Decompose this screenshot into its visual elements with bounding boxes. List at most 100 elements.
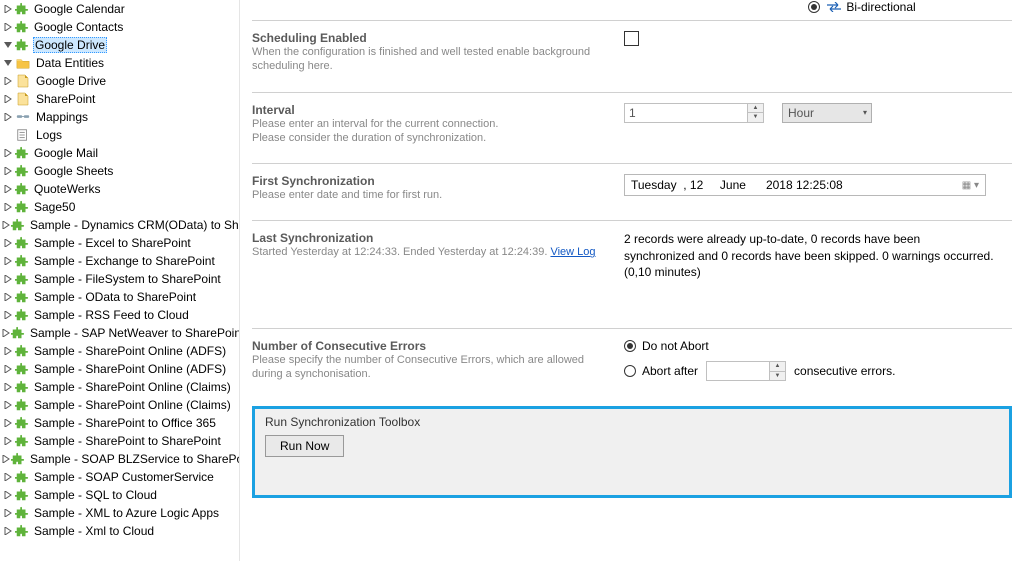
interval-desc1: Please enter an interval for the current… <box>252 117 612 131</box>
puzzle-icon <box>11 452 25 466</box>
puzzle-icon <box>15 2 29 16</box>
tree-item-label: Sample - SharePoint Online (ADFS) <box>33 344 227 358</box>
radio-abort-after-row[interactable]: Abort after ▲▼ consecutive errors. <box>624 361 895 381</box>
interval-unit-select[interactable]: Hour ▾ <box>782 103 872 123</box>
tree-item[interactable]: Sage50 <box>0 198 239 216</box>
tree-item[interactable]: Sample - Xml to Cloud <box>0 522 239 540</box>
tree-item[interactable]: Google Drive <box>0 36 239 54</box>
tree-item[interactable]: Google Sheets <box>0 162 239 180</box>
errors-desc: Please specify the number of Consecutive… <box>252 353 612 382</box>
chevron-right-icon[interactable] <box>2 507 14 519</box>
chevron-right-icon[interactable] <box>2 255 14 267</box>
tree-item[interactable]: Google Calendar <box>0 0 239 18</box>
chevron-right-icon[interactable] <box>2 525 14 537</box>
abort-after-input[interactable]: ▲▼ <box>706 361 786 381</box>
tree-item-label: Logs <box>35 128 63 142</box>
chevron-right-icon[interactable] <box>2 147 14 159</box>
puzzle-icon <box>15 488 29 502</box>
tree-item[interactable]: Sample - SQL to Cloud <box>0 486 239 504</box>
tree-item[interactable]: SharePoint <box>0 90 239 108</box>
tree-item[interactable]: Sample - Dynamics CRM(OData) to SharePoi… <box>0 216 239 234</box>
tree-item[interactable]: Sample - SharePoint Online (Claims) <box>0 396 239 414</box>
chevron-right-icon[interactable] <box>2 435 14 447</box>
tree-item-label: Data Entities <box>35 56 105 70</box>
errors-title: Number of Consecutive Errors <box>252 339 612 353</box>
chevron-down-icon[interactable] <box>2 57 14 69</box>
chevron-right-icon[interactable] <box>2 111 14 123</box>
scheduling-checkbox[interactable] <box>624 31 639 46</box>
tree-item[interactable]: Sample - SharePoint Online (ADFS) <box>0 360 239 378</box>
view-log-link[interactable]: View Log <box>550 246 595 258</box>
chevron-right-icon[interactable] <box>2 75 14 87</box>
radio-abort-after[interactable] <box>624 365 636 377</box>
tree-item[interactable]: Sample - SOAP CustomerService <box>0 468 239 486</box>
interval-value: 1 <box>625 104 747 122</box>
tree-item[interactable]: Sample - SharePoint to Office 365 <box>0 414 239 432</box>
first-sync-value: Tuesday , 12 June 2018 12:25:08 <box>631 178 843 192</box>
tree-item-label: Sample - Excel to SharePoint <box>33 236 192 250</box>
chevron-right-icon[interactable] <box>2 165 14 177</box>
scheduling-desc: When the configuration is finished and w… <box>252 45 612 74</box>
link-icon <box>15 109 31 125</box>
chevron-down-icon[interactable] <box>2 39 14 51</box>
calendar-icon[interactable]: ▦ ▾ <box>962 180 979 191</box>
chevron-right-icon[interactable] <box>2 21 14 33</box>
chevron-right-icon[interactable] <box>2 183 14 195</box>
chevron-right-icon[interactable] <box>2 363 14 375</box>
tree-item[interactable]: Sample - Exchange to SharePoint <box>0 252 239 270</box>
chevron-right-icon[interactable] <box>2 345 14 357</box>
radio-no-abort-row[interactable]: Do not Abort <box>624 339 895 353</box>
chevron-right-icon[interactable] <box>2 453 10 465</box>
chevron-right-icon[interactable] <box>2 309 14 321</box>
puzzle-icon <box>15 416 29 430</box>
tree-item[interactable]: Sample - RSS Feed to Cloud <box>0 306 239 324</box>
tree-item-label: Sample - Dynamics CRM(OData) to SharePoi… <box>29 218 240 232</box>
tree-item[interactable]: Sample - SharePoint to SharePoint <box>0 432 239 450</box>
puzzle-icon <box>15 398 29 412</box>
chevron-right-icon[interactable] <box>2 201 14 213</box>
sidebar-tree: Google CalendarGoogle ContactsGoogle Dri… <box>0 0 240 561</box>
tree-item[interactable]: Sample - OData to SharePoint <box>0 288 239 306</box>
tree-item[interactable]: Sample - Excel to SharePoint <box>0 234 239 252</box>
tree-item[interactable]: Sample - SAP NetWeaver to SharePoint <box>0 324 239 342</box>
chevron-right-icon[interactable] <box>2 399 14 411</box>
tree-item[interactable]: Google Contacts <box>0 18 239 36</box>
last-sync-desc: Started Yesterday at 12:24:33. Ended Yes… <box>252 245 612 259</box>
puzzle-icon <box>15 164 29 178</box>
direction-label: Bi-directional <box>846 0 915 14</box>
interval-value-input[interactable]: 1 ▲▼ <box>624 103 764 123</box>
chevron-right-icon[interactable] <box>2 417 14 429</box>
tree-item[interactable]: Sample - SharePoint Online (Claims) <box>0 378 239 396</box>
spinner-icon[interactable]: ▲▼ <box>747 104 763 122</box>
run-now-button[interactable]: Run Now <box>265 435 344 457</box>
first-sync-datepicker[interactable]: Tuesday , 12 June 2018 12:25:08 ▦ ▾ <box>624 174 986 196</box>
interval-title: Interval <box>252 103 612 117</box>
tree-item[interactable]: QuoteWerks <box>0 180 239 198</box>
chevron-right-icon[interactable] <box>2 291 14 303</box>
chevron-right-icon[interactable] <box>2 471 14 483</box>
tree-item[interactable]: Sample - SharePoint Online (ADFS) <box>0 342 239 360</box>
tree-item[interactable]: Data Entities <box>0 54 239 72</box>
puzzle-icon <box>15 200 29 214</box>
tree-item[interactable]: Mappings <box>0 108 239 126</box>
section-scheduling: Scheduling Enabled When the configuratio… <box>252 20 1012 92</box>
chevron-right-icon[interactable] <box>2 219 10 231</box>
chevron-right-icon[interactable] <box>2 327 10 339</box>
tree-item[interactable]: Sample - FileSystem to SharePoint <box>0 270 239 288</box>
chevron-right-icon[interactable] <box>2 273 14 285</box>
puzzle-icon <box>15 470 29 484</box>
tree-item[interactable]: Google Mail <box>0 144 239 162</box>
tree-item[interactable]: Sample - XML to Azure Logic Apps <box>0 504 239 522</box>
tree-item-label: Google Sheets <box>33 164 114 178</box>
chevron-right-icon[interactable] <box>2 381 14 393</box>
chevron-right-icon[interactable] <box>2 489 14 501</box>
tree-item[interactable]: Sample - SOAP BLZService to SharePoint <box>0 450 239 468</box>
folder-icon <box>15 55 31 71</box>
tree-item[interactable]: Logs <box>0 126 239 144</box>
chevron-right-icon[interactable] <box>2 93 14 105</box>
chevron-right-icon[interactable] <box>2 237 14 249</box>
radio-no-abort[interactable] <box>624 340 636 352</box>
tree-item[interactable]: Google Drive <box>0 72 239 90</box>
radio-bidirectional[interactable] <box>808 1 820 13</box>
chevron-right-icon[interactable] <box>2 3 14 15</box>
